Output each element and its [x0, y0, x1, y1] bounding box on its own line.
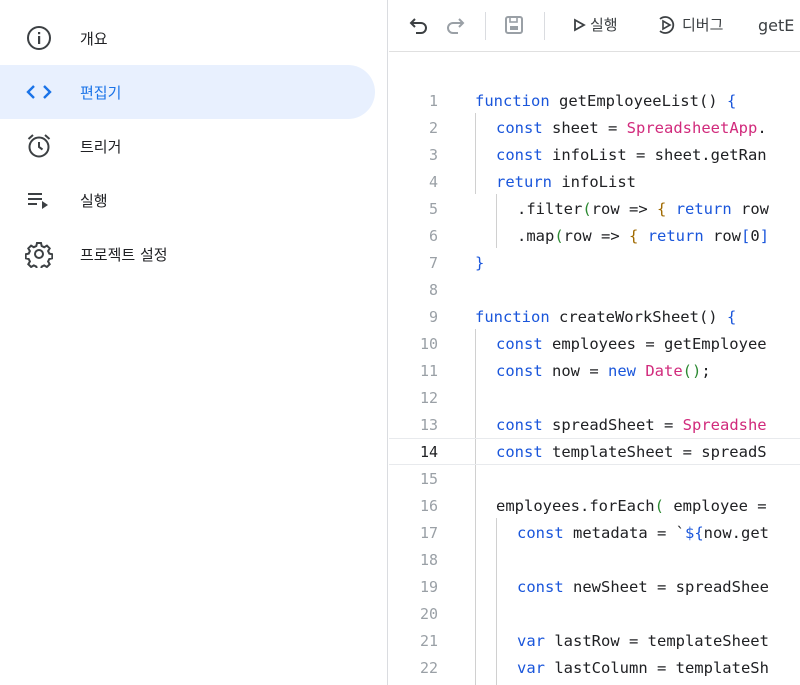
code-line: 6 .map(row => { return row[0] [428, 226, 770, 245]
undo-button[interactable] [407, 13, 431, 37]
sidebar-item-overview[interactable]: 개요 [0, 11, 375, 65]
sidebar-item-label: 프로젝트 설정 [80, 245, 168, 264]
code-line: 8 [428, 280, 438, 299]
sidebar-item-label: 실행 [80, 191, 108, 210]
sidebar-item-label: 트리거 [80, 137, 122, 156]
alarm-clock-icon [24, 132, 54, 160]
debug-icon [656, 15, 678, 35]
code-line: 7 } [428, 253, 485, 272]
sidebar-item-label: 개요 [80, 29, 108, 48]
code-line: 18 [419, 550, 438, 569]
code-line: 17 const metadata = `${now.get [419, 523, 769, 542]
run-label: 실행 [590, 16, 618, 34]
toolbar-divider [485, 12, 486, 40]
editor-panel: 실행 디버그 getE 1 function getEmployeeList()… [389, 0, 800, 685]
sidebar-item-editor[interactable]: 편집기 [0, 65, 375, 119]
run-button[interactable]: 실행 [572, 14, 618, 35]
code-line: 21 var lastRow = templateSheet [419, 631, 769, 650]
save-icon [502, 13, 526, 37]
code-icon [24, 78, 54, 106]
save-button[interactable] [502, 13, 526, 37]
playlist-play-icon [24, 186, 54, 214]
sidebar: 개요 편집기 트리거 실행 프로젝트 설정 [0, 0, 388, 685]
code-line: 1 function getEmployeeList() { [428, 91, 737, 110]
code-line: 22 var lastColumn = templateSh [419, 658, 769, 677]
code-line-current: 14 const templateSheet = spreadS [389, 438, 800, 465]
sidebar-item-project-settings[interactable]: 프로젝트 설정 [0, 227, 375, 281]
code-line: 15 [419, 469, 438, 488]
redo-button[interactable] [443, 13, 467, 37]
sidebar-item-executions[interactable]: 실행 [0, 173, 375, 227]
undo-icon [407, 13, 431, 37]
toolbar-divider [544, 12, 545, 40]
code-line: 10 const employees = getEmployee [419, 334, 767, 353]
sidebar-item-label: 편집기 [80, 83, 122, 102]
editor-toolbar: 실행 디버그 getE [389, 0, 800, 52]
code-line: 2 const sheet = SpreadsheetApp. [428, 118, 767, 137]
redo-icon [443, 13, 467, 37]
debug-button[interactable]: 디버그 [656, 14, 723, 35]
gear-icon [24, 240, 54, 268]
code-line: 4 return infoList [428, 172, 636, 191]
code-line: 20 [419, 604, 438, 623]
info-icon [24, 24, 54, 52]
debug-label: 디버그 [682, 16, 724, 34]
code-line: 9 function createWorkSheet() { [428, 307, 737, 326]
code-line: 13 const spreadSheet = Spreadshe [419, 415, 767, 434]
function-select[interactable]: getE [758, 16, 794, 35]
code-line: 19 const newSheet = spreadShee [419, 577, 769, 596]
play-icon [572, 15, 586, 35]
code-editor[interactable]: 1 function getEmployeeList() { 2 const s… [389, 53, 800, 685]
code-line: 12 [419, 388, 438, 407]
sidebar-item-triggers[interactable]: 트리거 [0, 119, 375, 173]
code-line: 5 .filter(row => { return row [428, 199, 770, 218]
code-line: 11 const now = new Date(); [419, 361, 711, 380]
code-line: 16 employees.forEach( employee = [419, 496, 767, 515]
code-line: 3 const infoList = sheet.getRan [428, 145, 767, 164]
